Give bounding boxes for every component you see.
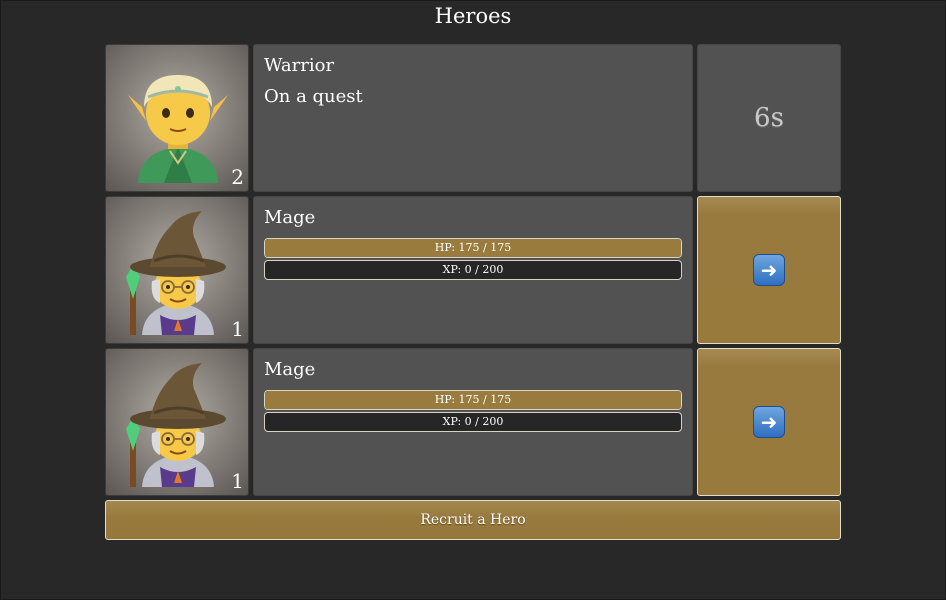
hero-row-mage: 1 Mage HP: 175 / 175 XP: 0 / 200 ➜	[105, 348, 841, 496]
hero-level: 2	[231, 165, 244, 189]
hero-info-panel: Warrior On a quest	[253, 44, 693, 192]
hero-level: 1	[231, 469, 244, 493]
hp-bar-label: HP: 175 / 175	[434, 241, 512, 254]
hero-class-name: Mage	[264, 207, 316, 228]
xp-bar: XP: 0 / 200	[264, 412, 682, 432]
mage-icon	[126, 211, 226, 335]
send-on-quest-button[interactable]: ➜	[697, 348, 841, 496]
hero-status: On a quest	[264, 86, 363, 107]
hero-info-panel: Mage HP: 175 / 175 XP: 0 / 200	[253, 196, 693, 344]
recruit-hero-button[interactable]: Recruit a Hero	[105, 500, 841, 540]
hp-bar-label: HP: 175 / 175	[434, 393, 512, 406]
xp-bar: XP: 0 / 200	[264, 260, 682, 280]
quest-timer: 6s	[697, 44, 841, 192]
hero-class-name: Warrior	[264, 55, 335, 76]
hero-portrait: 2	[105, 44, 249, 192]
elf-icon	[128, 75, 228, 183]
hero-info-panel: Mage HP: 175 / 175 XP: 0 / 200	[253, 348, 693, 496]
hp-bar: HP: 175 / 175	[264, 390, 682, 410]
hp-bar: HP: 175 / 175	[264, 238, 682, 258]
right-arrow-icon: ➜	[753, 406, 785, 438]
hero-row-warrior: 2 Warrior On a quest 6s	[105, 44, 841, 192]
page-title: Heroes	[434, 4, 512, 28]
hero-portrait: 1	[105, 196, 249, 344]
hero-roster: 2 Warrior On a quest 6s 1 Mage HP: 175 /…	[105, 44, 841, 540]
xp-bar-label: XP: 0 / 200	[442, 263, 504, 276]
right-arrow-icon: ➜	[753, 254, 785, 286]
mage-icon	[126, 363, 226, 487]
hero-row-mage: 1 Mage HP: 175 / 175 XP: 0 / 200 ➜	[105, 196, 841, 344]
hero-portrait: 1	[105, 348, 249, 496]
xp-bar-label: XP: 0 / 200	[442, 415, 504, 428]
hero-level: 1	[231, 317, 244, 341]
send-on-quest-button[interactable]: ➜	[697, 196, 841, 344]
hero-class-name: Mage	[264, 359, 316, 380]
